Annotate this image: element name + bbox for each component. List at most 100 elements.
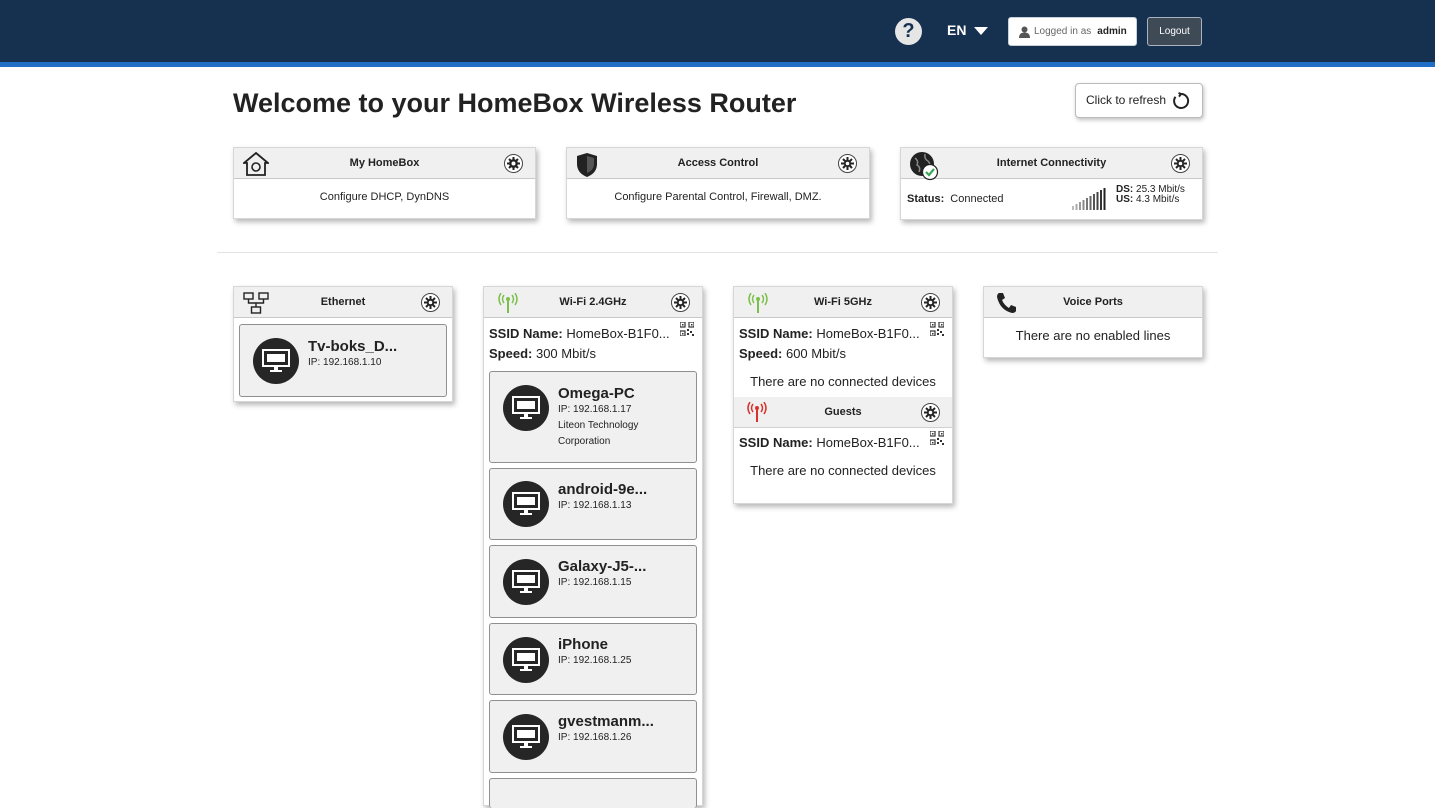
home-icon <box>243 152 269 176</box>
device-name: Galaxy-J5-... <box>558 558 647 575</box>
my-homebox-card: My HomeBox Configure DHCP, DynDNS <box>233 147 536 219</box>
wifi-antenna-icon <box>498 293 518 313</box>
no-lines-message: There are no enabled lines <box>1015 328 1171 343</box>
network-icon <box>243 292 269 314</box>
device-name: Tv-boks_D... <box>308 338 398 355</box>
gear-icon[interactable] <box>504 154 523 173</box>
device-name: gvestmanm... <box>558 713 654 730</box>
card-title: My HomeBox <box>349 157 420 169</box>
ssid-value: HomeBox-B1F0... <box>566 326 670 341</box>
wifi-5ghz-card: Wi-Fi 5GHz SSID Name: HomeBox-B1F0... Sp… <box>733 286 953 504</box>
ethernet-card: Ethernet Tv-boks_D... IP: 192.168.1.10 <box>233 286 453 402</box>
speed-value: 600 Mbit/s <box>785 346 846 361</box>
chevron-down-icon[interactable] <box>974 27 988 35</box>
voice-ports-card: Voice Ports There are no enabled lines <box>983 286 1203 358</box>
card-title: Voice Ports <box>1063 296 1123 308</box>
device-tile[interactable]: Galaxy-J5-... IP: 192.168.1.15 <box>489 545 697 618</box>
card-title: Internet Connectivity <box>996 157 1107 169</box>
computer-icon <box>503 481 549 527</box>
refresh-button[interactable]: Click to refresh <box>1075 83 1203 118</box>
card-header: My HomeBox <box>234 148 535 179</box>
ssid-value: HomeBox-B1F0... <box>816 326 920 341</box>
computer-icon <box>503 637 549 683</box>
card-description[interactable]: Configure DHCP, DynDNS <box>234 179 535 203</box>
help-button[interactable]: ? <box>895 18 922 45</box>
device-tile[interactable]: iPhone IP: 192.168.1.25 <box>489 623 697 695</box>
speed-label: Speed: <box>739 346 783 361</box>
card-title: Wi-Fi 2.4GHz <box>559 296 627 308</box>
ssid-label: SSID Name: <box>739 435 813 450</box>
access-control-card: Access Control Configure Parental Contro… <box>566 147 870 219</box>
speed-row: Speed: 600 Mbit/s <box>734 344 952 364</box>
device-tile[interactable]: gvestmanm... IP: 192.168.1.26 <box>489 700 697 773</box>
device-ip: IP: 192.168.1.10 <box>308 357 382 368</box>
language-selector[interactable]: EN <box>947 22 966 38</box>
device-ip: IP: 192.168.1.15 <box>558 577 632 588</box>
device-name: iPhone <box>558 636 609 653</box>
qr-code-icon[interactable] <box>930 431 944 445</box>
computer-icon <box>503 385 549 431</box>
ssid-row: SSID Name: HomeBox-B1F0... <box>734 322 952 344</box>
guests-title: Guests <box>824 406 862 418</box>
no-devices-message: There are no connected devices <box>750 374 936 389</box>
device-name: Omega-PC <box>558 385 635 402</box>
card-header: Access Control <box>567 148 869 179</box>
refresh-icon <box>1173 92 1190 109</box>
refresh-label: Click to refresh <box>1086 93 1167 107</box>
card-header: Voice Ports <box>984 287 1202 318</box>
qr-code-icon[interactable] <box>930 322 944 336</box>
username: admin <box>1097 26 1127 37</box>
wifi-24ghz-card: Wi-Fi 2.4GHz SSID Name: HomeBox-B1F0... … <box>483 286 703 808</box>
gear-icon[interactable] <box>421 293 440 312</box>
page-title: Welcome to your HomeBox Wireless Router <box>233 88 797 118</box>
internet-connectivity-card: Internet Connectivity Status: Connected D… <box>900 147 1203 220</box>
top-header <box>0 0 1435 62</box>
gear-icon[interactable] <box>838 154 857 173</box>
globe-connected-icon <box>910 152 939 181</box>
us-value: 4.3 Mbit/s <box>1136 194 1180 205</box>
ssid-value: HomeBox-B1F0... <box>816 435 920 450</box>
us-label: US: <box>1116 194 1134 205</box>
speed-value: 300 Mbit/s <box>535 346 596 361</box>
card-header: Ethernet <box>234 287 452 318</box>
card-title: Access Control <box>677 157 759 169</box>
device-ip: IP: 192.168.1.17 <box>558 404 632 415</box>
no-devices-message: There are no connected devices <box>750 463 936 478</box>
signal-bars-icon <box>1072 188 1106 210</box>
device-ip: IP: 192.168.1.26 <box>558 732 632 743</box>
device-tile[interactable]: Omega-PC IP: 192.168.1.17 Liteon Technol… <box>489 371 697 463</box>
device-tile[interactable] <box>489 778 697 808</box>
logout-button[interactable]: Logout <box>1147 17 1202 46</box>
card-header: Internet Connectivity <box>901 148 1202 181</box>
section-divider <box>217 252 1218 253</box>
gear-icon[interactable] <box>921 293 940 312</box>
connection-status: Status: Connected <box>907 193 1004 205</box>
user-icon <box>1019 26 1030 38</box>
speed-label: Speed: <box>489 346 533 361</box>
guests-header: Guests <box>734 397 952 428</box>
status-label: Status: <box>907 193 945 205</box>
logged-in-label: Logged in as <box>1034 26 1092 37</box>
card-title: Ethernet <box>320 296 366 308</box>
status-value: Connected <box>950 193 1004 205</box>
card-description[interactable]: Configure Parental Control, Firewall, DM… <box>567 179 869 203</box>
gear-icon[interactable] <box>921 403 940 422</box>
card-title: Wi-Fi 5GHz <box>814 296 872 308</box>
logged-in-user: Logged in as admin <box>1008 17 1137 46</box>
computer-icon <box>253 338 299 384</box>
qr-code-icon[interactable] <box>680 322 694 336</box>
guest-ssid-row: SSID Name: HomeBox-B1F0... <box>734 431 952 453</box>
device-tile[interactable]: android-9e... IP: 192.168.1.13 <box>489 468 697 540</box>
device-ip: IP: 192.168.1.13 <box>558 500 632 511</box>
card-header: Wi-Fi 2.4GHz <box>484 287 702 318</box>
device-tile[interactable]: Tv-boks_D... IP: 192.168.1.10 <box>239 324 447 397</box>
device-vendor: Liteon Technology Corporation <box>558 420 639 447</box>
device-name: android-9e... <box>558 481 648 498</box>
gear-icon[interactable] <box>671 293 690 312</box>
guest-antenna-icon <box>747 402 767 422</box>
card-header: Wi-Fi 5GHz <box>734 287 952 318</box>
device-ip: IP: 192.168.1.25 <box>558 655 632 666</box>
gear-icon[interactable] <box>1171 154 1190 173</box>
header-stripe <box>0 62 1435 67</box>
phone-icon <box>997 293 1016 313</box>
